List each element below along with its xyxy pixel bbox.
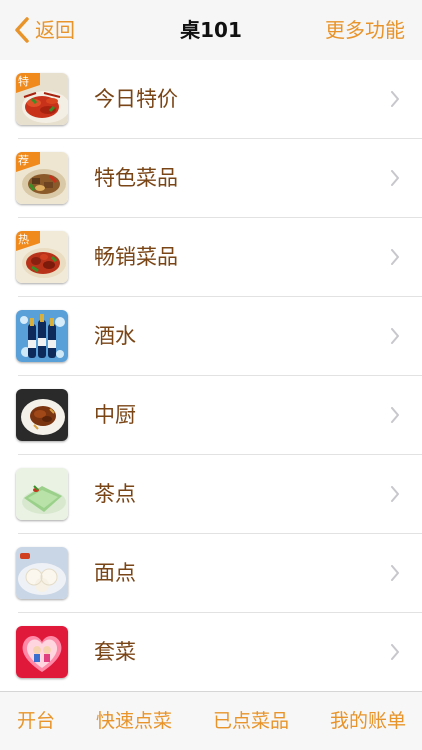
- chevron-right-icon: [390, 486, 400, 502]
- list-item-label: 特色菜品: [94, 166, 178, 190]
- chevron-right-icon: [390, 249, 400, 265]
- crayfish-dish-thumbnail: 特: [16, 73, 68, 125]
- list-item-today-special[interactable]: 特 今日特价: [0, 60, 422, 139]
- list-item-tea-snacks[interactable]: 茶点: [0, 455, 422, 534]
- chevron-right-icon: [390, 565, 400, 581]
- chevron-right-icon: [390, 644, 400, 660]
- special-badge: 特: [18, 75, 29, 88]
- navigation-bar: 返回 桌101 更多功能: [0, 0, 422, 60]
- tab-open-table[interactable]: 开台: [17, 706, 55, 736]
- beer-bottles-thumbnail: [16, 310, 68, 362]
- category-list: 特 今日特价 荐 特色菜品 热 畅销菜品 酒水 中厨 茶点 面点 套菜: [0, 60, 422, 691]
- list-item-label: 酒水: [94, 324, 136, 348]
- list-item-set-meals[interactable]: 套菜: [0, 613, 422, 691]
- tab-my-bill[interactable]: 我的账单: [330, 706, 406, 736]
- tab-quick-order[interactable]: 快速点菜: [96, 706, 172, 736]
- more-functions-button[interactable]: 更多功能: [325, 14, 405, 46]
- list-item-drinks[interactable]: 酒水: [0, 297, 422, 376]
- bottom-tab-bar: 开台 快速点菜 已点菜品 我的账单: [0, 691, 422, 750]
- chevron-right-icon: [390, 170, 400, 186]
- chevron-right-icon: [390, 328, 400, 344]
- list-item-label: 畅销菜品: [94, 245, 178, 269]
- braised-dish-thumbnail: [16, 389, 68, 441]
- list-item-label: 中厨: [94, 403, 136, 427]
- chevron-right-icon: [390, 407, 400, 423]
- tab-ordered-dishes[interactable]: 已点菜品: [213, 706, 289, 736]
- recommend-badge: 荐: [18, 154, 29, 167]
- steamed-buns-thumbnail: [16, 547, 68, 599]
- stir-fry-dish-thumbnail: 荐: [16, 152, 68, 204]
- green-dessert-thumbnail: [16, 468, 68, 520]
- hot-badge: 热: [18, 233, 29, 246]
- list-item-pastries[interactable]: 面点: [0, 534, 422, 613]
- list-item-label: 面点: [94, 561, 136, 585]
- heart-couple-thumbnail: [16, 626, 68, 678]
- list-item-label: 套菜: [94, 640, 136, 664]
- back-button[interactable]: 返回: [14, 14, 75, 46]
- chevron-left-icon: [14, 16, 30, 44]
- list-item-chinese-kitchen[interactable]: 中厨: [0, 376, 422, 455]
- spicy-chicken-dish-thumbnail: 热: [16, 231, 68, 283]
- list-item-label: 今日特价: [94, 87, 178, 111]
- back-label: 返回: [35, 18, 75, 42]
- list-item-best-sellers[interactable]: 热 畅销菜品: [0, 218, 422, 297]
- list-item-featured-dishes[interactable]: 荐 特色菜品: [0, 139, 422, 218]
- list-item-label: 茶点: [94, 482, 136, 506]
- chevron-right-icon: [390, 91, 400, 107]
